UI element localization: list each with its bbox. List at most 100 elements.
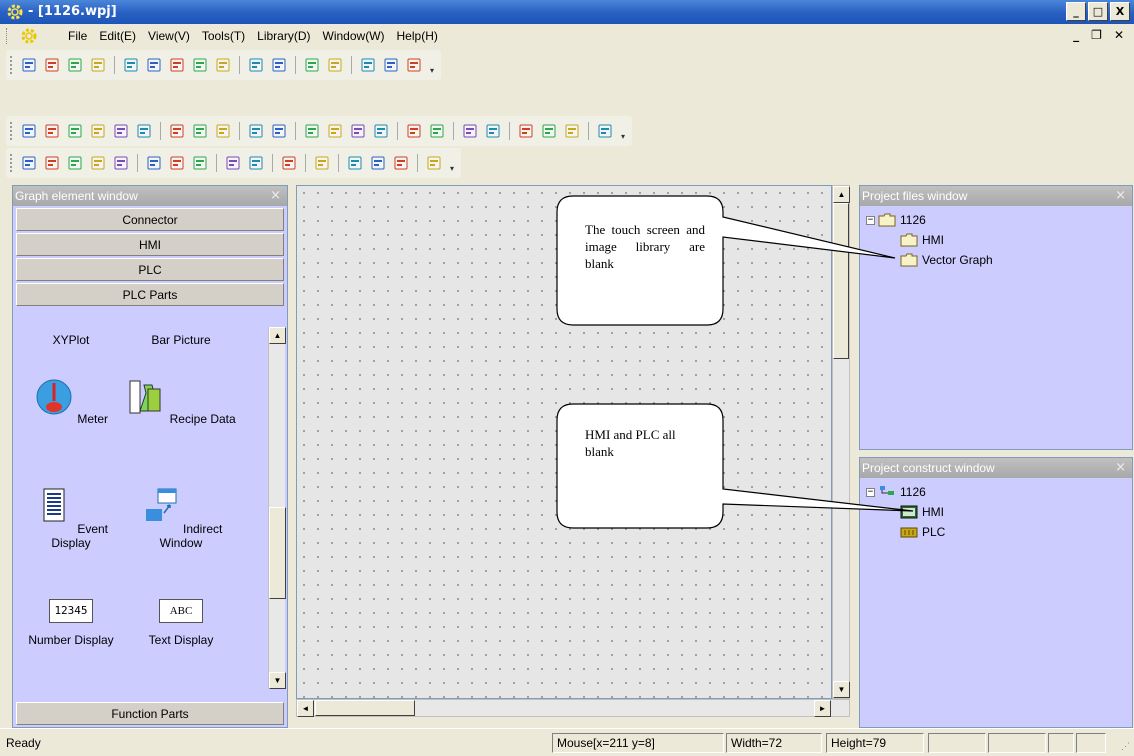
- redo-icon[interactable]: [269, 55, 289, 75]
- category-plc[interactable]: PLC: [16, 258, 284, 281]
- category-function-parts[interactable]: Function Parts: [16, 702, 284, 725]
- select-icon[interactable]: [381, 55, 401, 75]
- mdi-close-button[interactable]: ✕: [1114, 28, 1124, 42]
- grid-icon[interactable]: [42, 153, 62, 173]
- scroll-down-button[interactable]: ▼: [269, 672, 286, 689]
- menu-view[interactable]: View(V): [142, 29, 196, 43]
- open-icon[interactable]: [42, 55, 62, 75]
- menu-edit[interactable]: Edit(E): [93, 29, 142, 43]
- h-space-icon[interactable]: [246, 121, 266, 141]
- title-bar[interactable]: - [1126.wpj] _ □ X: [0, 0, 1134, 24]
- send-back-icon[interactable]: [325, 121, 345, 141]
- v-line-icon[interactable]: [483, 121, 503, 141]
- print-icon[interactable]: [325, 55, 345, 75]
- page-icon[interactable]: [223, 153, 243, 173]
- v-space-icon[interactable]: [269, 121, 289, 141]
- align-top-icon[interactable]: [88, 121, 108, 141]
- part-meter[interactable]: Meter: [16, 377, 126, 426]
- connect-icon[interactable]: [279, 153, 299, 173]
- canvas-scroll-down-button[interactable]: ▼: [833, 681, 850, 698]
- bitmap-icon[interactable]: [246, 153, 266, 173]
- property-icon[interactable]: [88, 153, 108, 173]
- toolbar-options-button[interactable]: ▾: [447, 153, 457, 173]
- layer-icon[interactable]: [65, 153, 85, 173]
- plc-icon[interactable]: [424, 153, 444, 173]
- align-bottom-icon[interactable]: [134, 121, 154, 141]
- canvas-scroll-right-button[interactable]: ►: [814, 700, 831, 717]
- recipe-icon[interactable]: [391, 153, 411, 173]
- toolbar-grip[interactable]: [10, 56, 13, 74]
- menu-file[interactable]: File: [62, 29, 93, 43]
- menu-tools[interactable]: Tools(T): [196, 29, 251, 43]
- same-size-icon[interactable]: [213, 121, 233, 141]
- mdi-minimize-button[interactable]: _: [1073, 28, 1079, 42]
- mirror-icon[interactable]: [562, 121, 582, 141]
- new-icon[interactable]: [19, 55, 39, 75]
- flip-icon[interactable]: [516, 121, 536, 141]
- scroll-thumb[interactable]: [269, 507, 286, 599]
- forward-icon[interactable]: [348, 121, 368, 141]
- align-left-icon[interactable]: [19, 121, 39, 141]
- part-text-display[interactable]: ABC Text Display: [126, 599, 236, 647]
- compile-icon[interactable]: [358, 55, 378, 75]
- canvas-scroll-left-button[interactable]: ◄: [297, 700, 314, 717]
- graph-panel-close-button[interactable]: ×: [270, 188, 281, 203]
- delete-icon[interactable]: [213, 55, 233, 75]
- category-plc-parts[interactable]: PLC Parts: [16, 283, 284, 306]
- rotate-icon[interactable]: [539, 121, 559, 141]
- same-width-icon[interactable]: [167, 121, 187, 141]
- part-recipe-data[interactable]: Recipe Data: [126, 377, 236, 426]
- menu-window[interactable]: Window(W): [317, 29, 391, 43]
- part-bar-picture[interactable]: Bar Picture: [126, 333, 236, 347]
- ungroup-icon[interactable]: [427, 121, 447, 141]
- canvas-hscroll-thumb[interactable]: [315, 700, 415, 716]
- maximize-button[interactable]: □: [1088, 2, 1108, 21]
- database-icon[interactable]: [111, 153, 131, 173]
- category-connector[interactable]: Connector: [16, 208, 284, 231]
- toolbar-grip[interactable]: [10, 122, 13, 140]
- bring-front-icon[interactable]: [302, 121, 322, 141]
- menubar-grip[interactable]: [6, 28, 9, 44]
- same-height-icon[interactable]: [190, 121, 210, 141]
- project-files-close-button[interactable]: ×: [1115, 188, 1126, 203]
- tree-item-vector-graph[interactable]: Vector Graph: [866, 250, 1126, 270]
- tree-item-hmi[interactable]: HMI: [866, 230, 1126, 250]
- parts-scrollbar[interactable]: ▲ ▼: [268, 327, 286, 689]
- alarm-icon[interactable]: [368, 153, 388, 173]
- toolbar-options-button[interactable]: ▾: [618, 121, 628, 141]
- project-construct-close-button[interactable]: ×: [1115, 460, 1126, 475]
- canvas-hscrollbar[interactable]: ◄ ►: [296, 699, 850, 717]
- group-icon[interactable]: [404, 121, 424, 141]
- undo-icon[interactable]: [246, 55, 266, 75]
- scroll-up-button[interactable]: ▲: [269, 327, 286, 344]
- align-right-icon[interactable]: [65, 121, 85, 141]
- tree-root-1126[interactable]: − 1126: [866, 210, 1126, 230]
- run-icon[interactable]: [144, 153, 164, 173]
- toolbar-grip[interactable]: [10, 154, 13, 172]
- simulate-icon[interactable]: [167, 153, 187, 173]
- paste-icon[interactable]: [167, 55, 187, 75]
- save-icon[interactable]: [65, 55, 85, 75]
- backward-icon[interactable]: [371, 121, 391, 141]
- part-indirect-window[interactable]: Indirect Window: [126, 487, 236, 550]
- minimize-button[interactable]: _: [1066, 2, 1086, 21]
- paste-special-icon[interactable]: [190, 55, 210, 75]
- toolbar-options-button[interactable]: ▾: [427, 55, 437, 75]
- print-preview-icon[interactable]: [302, 55, 322, 75]
- trend-icon[interactable]: [345, 153, 365, 173]
- lock-icon[interactable]: [595, 121, 615, 141]
- screen-icon[interactable]: [19, 153, 39, 173]
- save-all-icon[interactable]: [88, 55, 108, 75]
- download-icon[interactable]: [312, 153, 332, 173]
- menu-help[interactable]: Help(H): [391, 29, 444, 43]
- mdi-restore-button[interactable]: ❐: [1091, 28, 1102, 42]
- h-line-icon[interactable]: [460, 121, 480, 141]
- help-icon[interactable]: [404, 55, 424, 75]
- document-gear-icon[interactable]: [20, 27, 38, 45]
- copy-icon[interactable]: [144, 55, 164, 75]
- close-button[interactable]: X: [1110, 2, 1130, 21]
- resize-grip-icon[interactable]: ⋰: [1121, 741, 1130, 752]
- part-event-display[interactable]: Event Display: [16, 487, 126, 550]
- part-xyplot[interactable]: XYPlot: [16, 327, 126, 347]
- cut-icon[interactable]: [121, 55, 141, 75]
